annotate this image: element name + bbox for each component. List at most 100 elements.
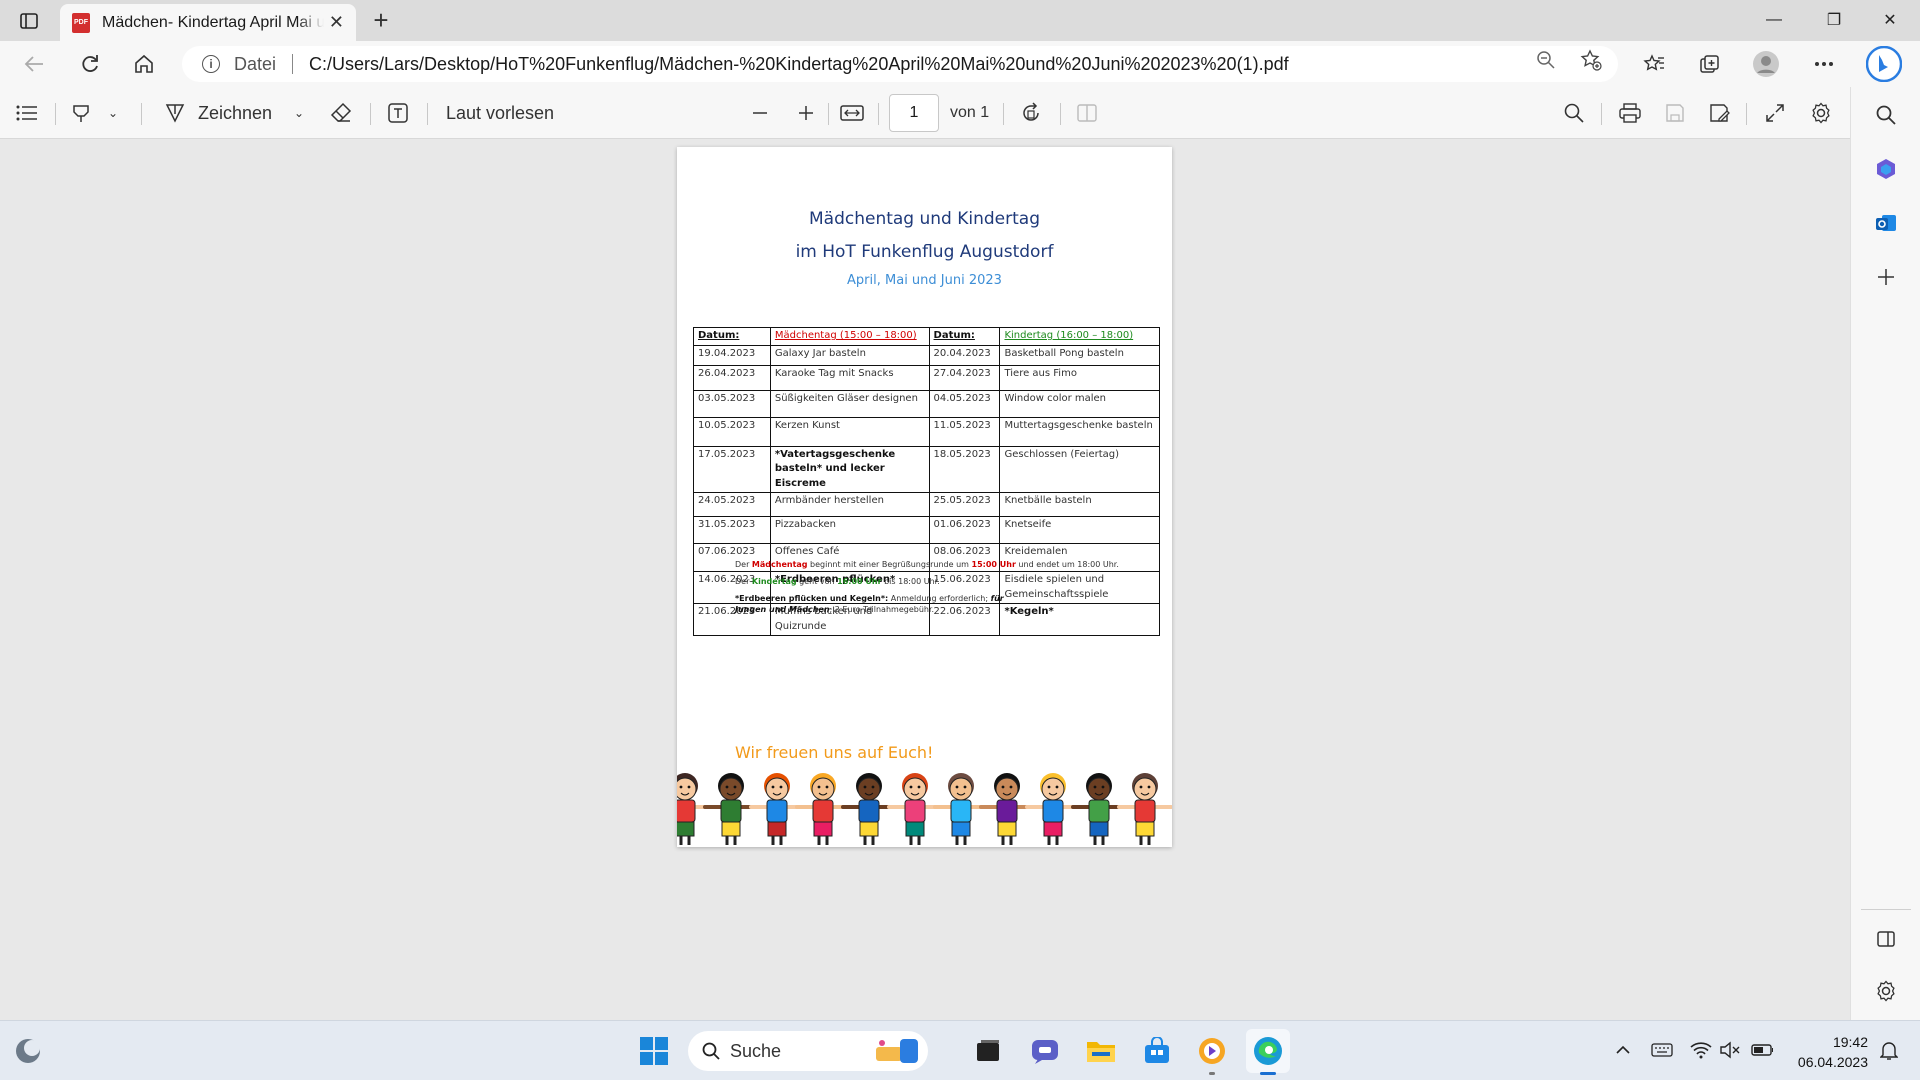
table-of-contents-button[interactable] [16,97,38,129]
windows-logo-icon [640,1037,668,1065]
read-aloud-button[interactable]: Laut vorlesen [446,97,554,129]
task-view-button[interactable] [968,1031,1008,1071]
save-button[interactable] [1665,97,1685,129]
add-favorite-icon[interactable] [1580,49,1602,71]
add-text-button[interactable] [387,97,409,129]
collections-button[interactable] [1692,46,1728,82]
collections-icon [1700,55,1719,73]
taskbar-search-box[interactable]: Suche [688,1031,928,1071]
plus-icon [799,106,813,120]
bing-logo-icon [1866,46,1902,82]
back-arrow-icon [24,56,43,72]
child-figure [979,773,1035,845]
running-indicator [1209,1072,1215,1075]
info-icon[interactable]: i [202,55,220,73]
pdf-settings-button[interactable] [1810,97,1832,129]
back-button[interactable] [16,46,52,82]
navigation-bar: i Datei C:/Users/Lars/Desktop/HoT%20Funk… [0,41,1920,87]
note-text: beginnt mit einer Begrüßungsrunde um [807,560,972,569]
notifications-icon[interactable] [1878,1039,1900,1061]
toolbar-divider [828,103,829,125]
kindertag-activity-cell: Geschlossen (Feiertag) [999,445,1160,493]
favorites-button[interactable] [1636,46,1672,82]
page-number-input[interactable]: 1 [889,94,939,132]
highlight-button[interactable] [70,97,92,129]
active-tab[interactable]: PDF Mädchen- Kindertag April Mai und Jun… [60,4,356,41]
note-registration: *Erdbeeren pflücken und Kegeln*: Anmeldu… [735,594,1035,616]
store-button[interactable] [1137,1031,1177,1071]
system-clock[interactable]: 19:42 06.04.2023 [1786,1032,1868,1072]
find-button[interactable] [1564,97,1584,129]
note-text: ; 2 Euro Teilnahmegebühr. [829,604,935,614]
fit-to-width-button[interactable] [840,97,864,129]
zoom-in-button[interactable] [798,97,814,129]
tab-actions-button[interactable] [14,8,44,34]
sidebar-search-button[interactable] [1869,98,1903,132]
bing-chat-button[interactable] [1864,44,1904,84]
avatar-icon [1753,51,1779,77]
fullscreen-button[interactable] [1765,97,1785,129]
sidebar-settings-button[interactable] [1869,974,1903,1008]
sidebar-outlook-button[interactable] [1869,206,1903,240]
toolbar-divider [55,103,56,125]
kindertag-activity-cell: Window color malen [999,389,1160,418]
close-window-button[interactable]: ✕ [1862,0,1918,40]
zoom-out-button[interactable] [752,97,768,129]
widgets-button[interactable] [8,1031,48,1071]
sidebar-add-button[interactable] [1869,260,1903,294]
show-hidden-icons-button[interactable] [1612,1039,1634,1061]
draw-button[interactable]: Zeichnen [164,97,272,129]
maedchentag-activity-cell: Süßigkeiten Gläser designen [769,389,930,418]
sidebar-copilot-button[interactable] [1869,152,1903,186]
profile-button[interactable] [1748,46,1784,82]
wifi-icon[interactable] [1690,1039,1712,1061]
pinned-app-button[interactable] [1192,1031,1232,1075]
settings-and-more-button[interactable] [1806,46,1842,82]
zoom-out-icon[interactable] [1535,49,1557,71]
home-button[interactable] [126,46,162,82]
kindertag-activity-cell: Muttertagsgeschenke basteln [999,416,1160,447]
teams-chat-button[interactable] [1025,1031,1065,1071]
start-button[interactable] [634,1031,674,1071]
volume-muted-icon[interactable] [1719,1039,1741,1061]
erase-button[interactable] [330,97,352,129]
plus-icon [1878,269,1894,285]
file-explorer-button[interactable] [1081,1031,1121,1071]
child-figure [703,773,759,845]
highlight-options-chevron-icon[interactable]: ⌄ [108,97,118,129]
save-disk-icon [1666,104,1684,122]
printer-icon [1619,103,1641,123]
tab-close-icon[interactable]: ✕ [329,12,344,33]
folder-icon [1087,1042,1115,1062]
sidebar-hide-button[interactable] [1869,922,1903,956]
date-cell: 18.05.2023 [928,445,1001,493]
date-cell: 26.04.2023 [693,364,771,391]
url-text[interactable]: C:/Users/Lars/Desktop/HoT%20Funkenflug/M… [309,54,1289,75]
date-cell: 17.05.2023 [693,445,771,493]
kindertag-activity-cell: Basketball Pong basteln [999,344,1160,366]
maximize-button[interactable]: ❐ [1806,0,1862,40]
edge-taskbar-button[interactable] [1246,1029,1290,1075]
print-button[interactable] [1619,97,1641,129]
address-bar[interactable]: i Datei C:/Users/Lars/Desktop/HoT%20Funk… [182,46,1618,82]
draw-options-chevron-icon[interactable]: ⌄ [294,97,304,129]
page-view-button[interactable] [1076,97,1098,129]
rotate-icon [1023,102,1039,121]
edge-sidebar [1850,87,1920,1020]
table-row: 17.05.2023 *Vatertagsgeschenke basteln* u… [693,445,1160,493]
gear-icon [1877,980,1895,1002]
pdf-viewport[interactable]: Mädchentag und Kindertag im HoT Funkenfl… [0,139,1850,1020]
note-highlight: 16:00 Uhr [837,577,882,586]
save-as-button[interactable] [1709,97,1731,129]
child-figure [933,773,989,845]
battery-icon[interactable] [1751,1039,1773,1061]
new-tab-button[interactable]: + [366,6,396,36]
minimize-button[interactable]: — [1746,0,1802,40]
refresh-button[interactable] [72,46,108,82]
date-cell: 27.04.2023 [928,364,1001,391]
maedchentag-activity-cell: Karaoke Tag mit Snacks [769,364,930,391]
rotate-button[interactable] [1020,97,1042,129]
child-figure [795,773,851,845]
keyboard-icon[interactable] [1651,1039,1673,1061]
address-separator [292,54,294,74]
